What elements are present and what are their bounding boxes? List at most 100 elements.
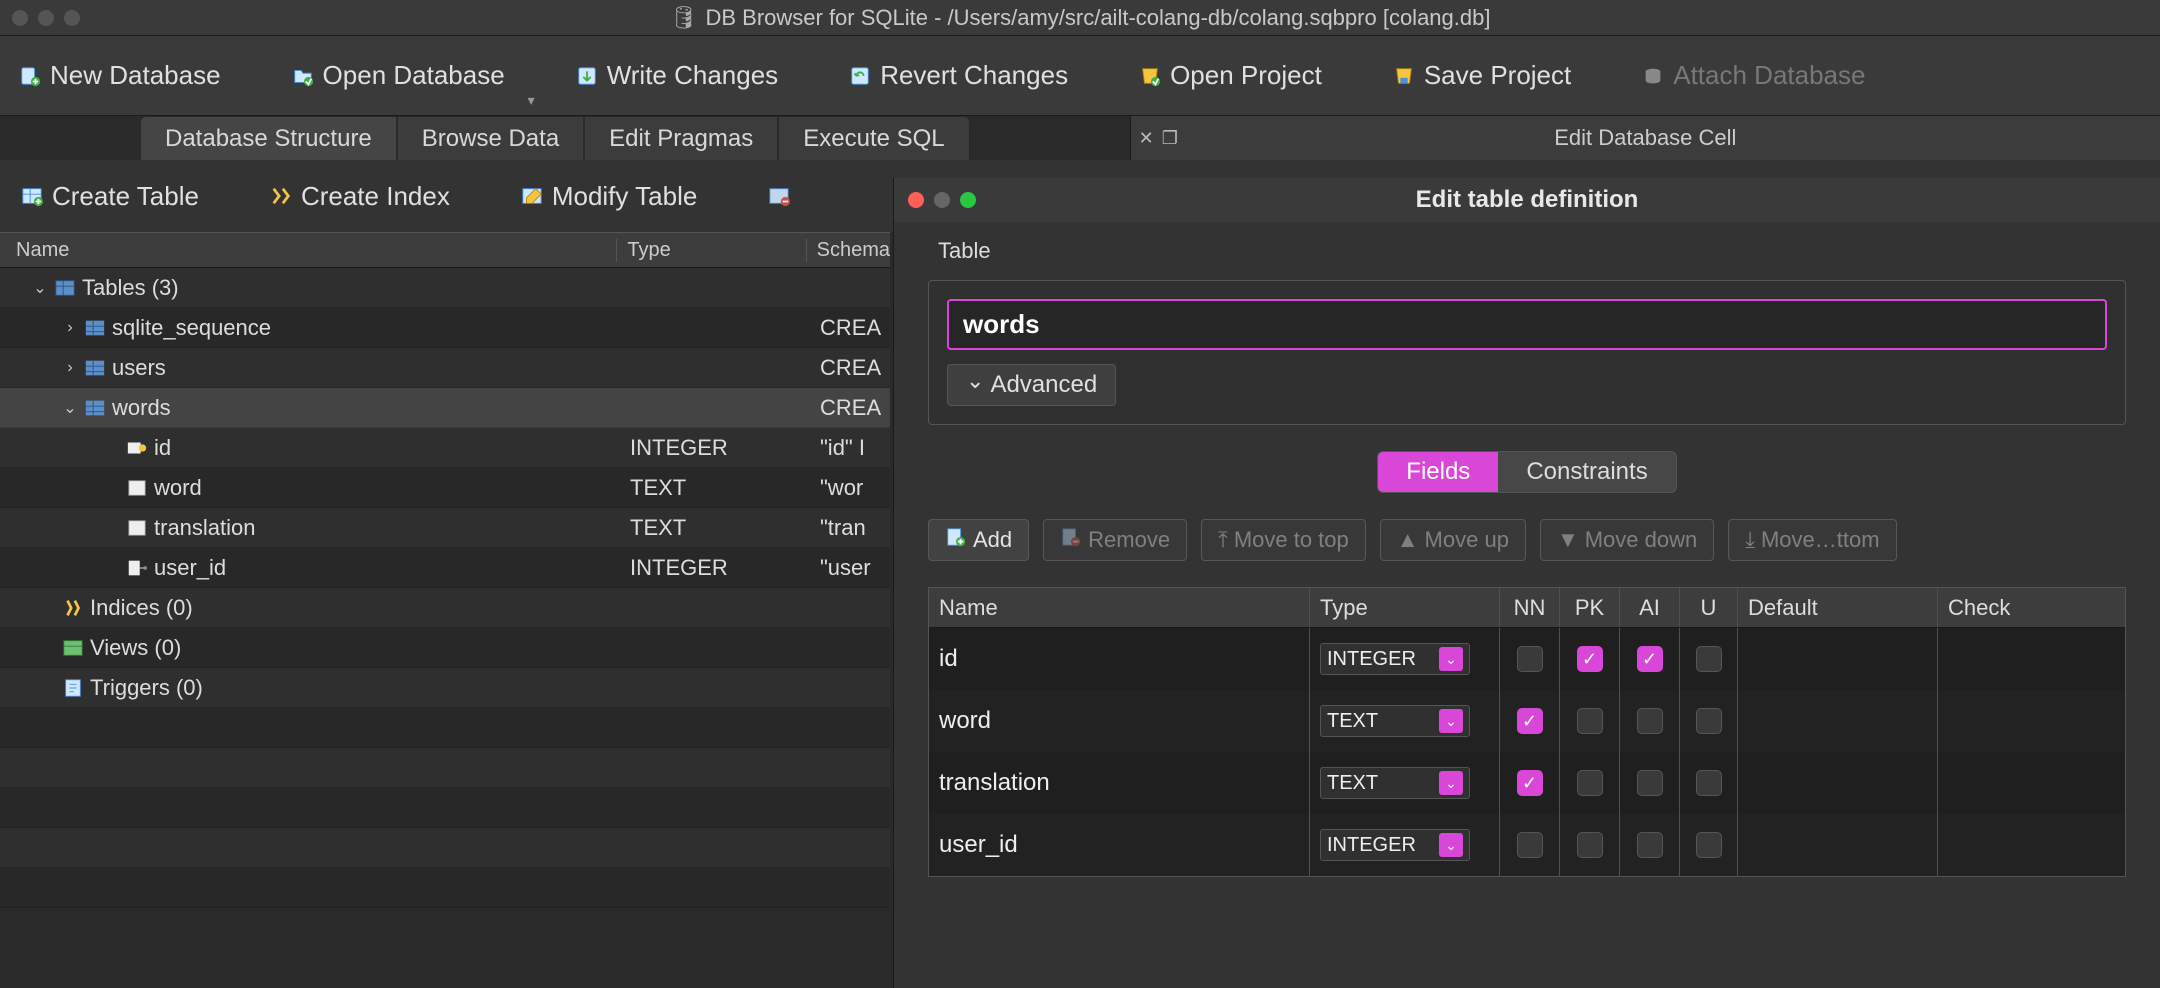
move-up-button[interactable]: ▲ Move up <box>1380 519 1526 561</box>
field-row[interactable]: word TEXT ⌄ ✓ <box>929 690 2125 752</box>
header-schema[interactable]: Schema <box>807 239 890 262</box>
field-name-cell[interactable]: user_id <box>929 814 1309 876</box>
field-name-cell[interactable]: word <box>929 690 1309 752</box>
advanced-toggle-button[interactable]: Advanced <box>947 364 1116 406</box>
panel-close-icon[interactable]: ✕ <box>1139 128 1154 149</box>
col-header-default[interactable]: Default <box>1737 588 1937 627</box>
checkbox[interactable] <box>1637 832 1663 858</box>
modal-close-icon[interactable] <box>908 192 924 208</box>
move-top-button[interactable]: ⤒ Move to top <box>1201 519 1366 561</box>
write-changes-button[interactable]: Write Changes <box>575 60 779 91</box>
panel-popout-icon[interactable]: ❐ <box>1162 128 1178 149</box>
create-index-button[interactable]: Create Index <box>269 181 450 212</box>
field-name-cell[interactable]: translation <box>929 752 1309 814</box>
checkbox[interactable] <box>1637 770 1663 796</box>
type-select[interactable]: INTEGER ⌄ <box>1320 829 1470 861</box>
field-check-cell[interactable] <box>1937 690 2067 752</box>
tree-table-row-selected[interactable]: ⌄ words CREA <box>0 388 890 428</box>
window-zoom-icon[interactable] <box>64 10 80 26</box>
col-header-pk[interactable]: PK <box>1559 588 1619 627</box>
type-select[interactable]: TEXT ⌄ <box>1320 705 1470 737</box>
type-select[interactable]: INTEGER ⌄ <box>1320 643 1470 675</box>
checkbox[interactable]: ✓ <box>1637 646 1663 672</box>
field-check-cell[interactable] <box>1937 628 2067 690</box>
modify-table-button[interactable]: Modify Table <box>520 181 698 212</box>
checkbox[interactable] <box>1517 646 1543 672</box>
chevron-right-icon[interactable]: › <box>62 319 78 337</box>
tree-table-row[interactable]: › users CREA <box>0 348 890 388</box>
field-default-cell[interactable] <box>1737 814 1937 876</box>
chevron-down-icon[interactable]: ⌄ <box>32 278 48 298</box>
open-database-dropdown-icon[interactable]: ▾ <box>528 92 535 109</box>
checkbox[interactable] <box>1696 770 1722 796</box>
open-project-button[interactable]: Open Project <box>1138 60 1322 91</box>
tree-column-row[interactable]: user_id INTEGER"user <box>0 548 890 588</box>
modal-minimize-icon[interactable] <box>934 192 950 208</box>
table-name-input[interactable] <box>947 299 2107 350</box>
dropdown-icon[interactable]: ⌄ <box>1439 833 1463 857</box>
attach-database-button[interactable]: Attach Database <box>1641 60 1865 91</box>
tree-views-node[interactable]: Views (0) <box>0 628 890 668</box>
field-default-cell[interactable] <box>1737 752 1937 814</box>
save-project-button[interactable]: Save Project <box>1392 60 1571 91</box>
tree-column-row[interactable]: translation TEXT"tran <box>0 508 890 548</box>
checkbox[interactable] <box>1577 832 1603 858</box>
window-minimize-icon[interactable] <box>38 10 54 26</box>
tree-indices-node[interactable]: Indices (0) <box>0 588 890 628</box>
dropdown-icon[interactable]: ⌄ <box>1439 709 1463 733</box>
tree-triggers-node[interactable]: Triggers (0) <box>0 668 890 708</box>
field-default-cell[interactable] <box>1737 628 1937 690</box>
field-check-cell[interactable] <box>1937 752 2067 814</box>
checkbox[interactable]: ✓ <box>1517 708 1543 734</box>
col-header-check[interactable]: Check <box>1937 588 2067 627</box>
move-bottom-button[interactable]: ⤓ Move…ttom <box>1728 519 1896 561</box>
checkbox[interactable] <box>1696 708 1722 734</box>
dropdown-icon[interactable]: ⌄ <box>1439 647 1463 671</box>
tab-fields[interactable]: Fields <box>1378 452 1498 492</box>
type-select[interactable]: TEXT ⌄ <box>1320 767 1470 799</box>
tree-column-row[interactable]: word TEXT"wor <box>0 468 890 508</box>
create-table-button[interactable]: Create Table <box>20 181 199 212</box>
dropdown-icon[interactable]: ⌄ <box>1439 771 1463 795</box>
tree-column-row[interactable]: id INTEGER"id" I <box>0 428 890 468</box>
col-header-type[interactable]: Type <box>1309 588 1499 627</box>
tab-browse-data[interactable]: Browse Data <box>397 116 584 160</box>
tab-edit-pragmas[interactable]: Edit Pragmas <box>584 116 778 160</box>
chevron-right-icon[interactable]: › <box>62 359 78 377</box>
tree-table-row[interactable]: › sqlite_sequence CREA <box>0 308 890 348</box>
add-field-button[interactable]: Add <box>928 519 1029 561</box>
open-database-button[interactable]: Open Database ▾ <box>291 60 505 91</box>
header-name[interactable]: Name <box>0 239 617 262</box>
field-row[interactable]: translation TEXT ⌄ ✓ <box>929 752 2125 814</box>
window-close-icon[interactable] <box>12 10 28 26</box>
field-name-cell[interactable]: id <box>929 628 1309 690</box>
col-header-u[interactable]: U <box>1679 588 1737 627</box>
col-header-name[interactable]: Name <box>929 588 1309 627</box>
field-row[interactable]: id INTEGER ⌄ ✓ ✓ <box>929 628 2125 690</box>
checkbox[interactable] <box>1696 832 1722 858</box>
header-type[interactable]: Type <box>617 239 806 262</box>
checkbox[interactable] <box>1577 708 1603 734</box>
checkbox[interactable] <box>1577 770 1603 796</box>
col-header-nn[interactable]: NN <box>1499 588 1559 627</box>
field-check-cell[interactable] <box>1937 814 2067 876</box>
checkbox[interactable] <box>1517 832 1543 858</box>
tab-database-structure[interactable]: Database Structure <box>140 116 397 160</box>
modal-zoom-icon[interactable] <box>960 192 976 208</box>
move-down-button[interactable]: ▼ Move down <box>1540 519 1714 561</box>
revert-changes-button[interactable]: Revert Changes <box>848 60 1068 91</box>
tab-execute-sql[interactable]: Execute SQL <box>778 116 969 160</box>
field-row[interactable]: user_id INTEGER ⌄ <box>929 814 2125 876</box>
col-header-ai[interactable]: AI <box>1619 588 1679 627</box>
tab-constraints[interactable]: Constraints <box>1498 452 1675 492</box>
field-default-cell[interactable] <box>1737 690 1937 752</box>
new-database-button[interactable]: New Database <box>18 60 221 91</box>
checkbox[interactable] <box>1696 646 1722 672</box>
tree-tables-node[interactable]: ⌄ Tables (3) <box>0 268 890 308</box>
chevron-down-icon[interactable]: ⌄ <box>62 398 78 418</box>
checkbox[interactable] <box>1637 708 1663 734</box>
checkbox[interactable]: ✓ <box>1577 646 1603 672</box>
remove-field-button[interactable]: Remove <box>1043 519 1187 561</box>
delete-table-button[interactable] <box>767 184 791 208</box>
checkbox[interactable]: ✓ <box>1517 770 1543 796</box>
